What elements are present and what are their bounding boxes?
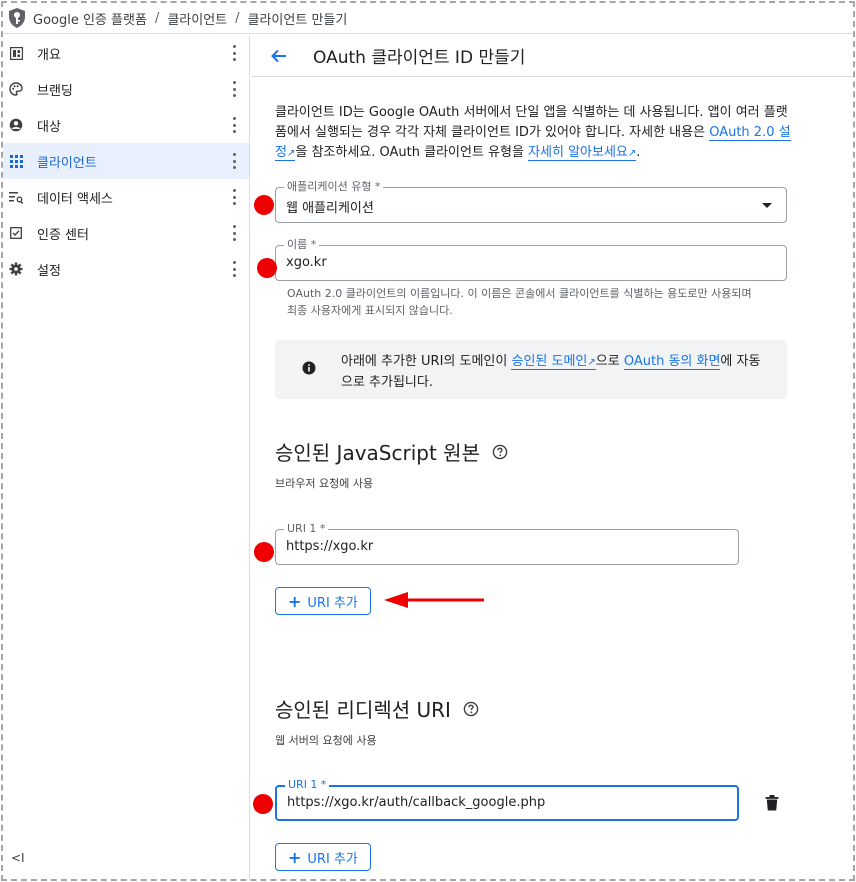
plus-icon: + — [288, 847, 302, 867]
annotation-arrow-icon — [384, 592, 484, 608]
info-icon — [302, 361, 316, 375]
application-type-value: 웹 애플리케이션 — [286, 201, 374, 216]
breadcrumb-item-create-client: 클라이언트 만들기 — [247, 12, 348, 28]
info-banner: 아래에 추가한 URI의 도메인이 승인된 도메인↗으로 OAuth 동의 화면… — [275, 340, 787, 399]
name-value: xgo.kr — [286, 255, 327, 270]
learn-more-link[interactable]: 자세히 알아보세요↗ — [528, 145, 637, 161]
sidebar-item-overview[interactable]: 개요 — [3, 35, 249, 71]
name-label: 이름 * — [284, 238, 320, 252]
account-circle-icon — [9, 118, 23, 132]
arrow-back-icon[interactable] — [269, 46, 289, 66]
help-outline-icon[interactable] — [492, 444, 508, 460]
sidebar-item-verification-center[interactable]: 인증 센터 — [3, 215, 249, 251]
js-origins-heading: 승인된 JavaScript 원본 — [275, 437, 508, 466]
sidebar-item-audience[interactable]: 대상 — [3, 107, 249, 143]
intro-text: 을 참조하세요. OAuth 클라이언트 유형을 — [295, 145, 529, 160]
more-vert-icon[interactable] — [233, 117, 237, 133]
verified-checkbox-icon — [9, 226, 23, 240]
page-title: OAuth 클라이언트 ID 만들기 — [313, 48, 526, 68]
more-vert-icon[interactable] — [233, 261, 237, 277]
application-type-label: 애플리케이션 유형 * — [284, 180, 384, 194]
more-vert-icon[interactable] — [233, 189, 237, 205]
main-panel: OAuth 클라이언트 ID 만들기 클라이언트 ID는 Google OAut… — [251, 35, 853, 879]
oauth-consent-screen-link[interactable]: OAuth 동의 화면 — [623, 354, 721, 370]
info-text: 아래에 추가한 URI의 도메인이 승인된 도메인↗으로 OAuth 동의 화면… — [341, 354, 761, 390]
breadcrumb: Google 인증 플랫폼 / 클라이언트 / 클라이언트 만들기 — [3, 3, 853, 34]
apps-grid-icon — [9, 154, 23, 168]
js-origin-uri-1-input[interactable]: URI 1 * https://xgo.kr — [275, 522, 739, 565]
breadcrumb-item-platform[interactable]: Google 인증 플랫폼 — [33, 9, 147, 28]
annotation-marker-dot — [253, 794, 273, 814]
application-type-select[interactable]: 애플리케이션 유형 * 웹 애플리케이션 — [275, 180, 787, 223]
more-vert-icon[interactable] — [233, 45, 237, 61]
redirect-uris-heading: 승인된 리디렉션 URI — [275, 694, 479, 723]
sidebar-item-label: 클라이언트 — [37, 155, 97, 171]
dashboard-icon — [9, 46, 23, 60]
more-vert-icon[interactable] — [233, 81, 237, 97]
sidebar-item-branding[interactable]: 브랜딩 — [3, 71, 249, 107]
uri-1-value: https://xgo.kr — [286, 539, 374, 554]
data-access-icon — [9, 190, 23, 204]
sidebar-item-label: 설정 — [37, 263, 61, 279]
page-header: OAuth 클라이언트 ID 만들기 — [251, 35, 853, 77]
add-redirect-uri-button[interactable]: + URI 추가 — [275, 843, 371, 871]
breadcrumb-separator: / — [154, 10, 160, 26]
breadcrumb-item-clients[interactable]: 클라이언트 — [167, 9, 227, 28]
uri-1-value: https://xgo.kr/auth/callback_google.php — [287, 795, 546, 810]
gear-icon — [9, 262, 23, 276]
sidebar-item-label: 데이터 액세스 — [37, 191, 113, 207]
js-origins-subtitle: 브라우저 요청에 사용 — [275, 477, 374, 490]
sidebar-item-label: 대상 — [37, 119, 61, 135]
intro-description: 클라이언트 ID는 Google OAuth 서버에서 단일 앱을 식별하는 데… — [275, 105, 791, 161]
sidebar-item-clients[interactable]: 클라이언트 — [3, 143, 249, 179]
security-key-logo-icon — [9, 8, 25, 28]
uri-1-label: URI 1 * — [285, 778, 330, 792]
name-help-text: OAuth 2.0 클라이언트의 이름입니다. 이 이름은 콘솔에서 클라이언트… — [287, 287, 752, 317]
more-vert-icon[interactable] — [233, 225, 237, 241]
add-js-origin-uri-button[interactable]: + URI 추가 — [275, 587, 371, 615]
plus-icon: + — [288, 591, 302, 611]
sidebar-item-label: 인증 센터 — [37, 227, 89, 243]
more-vert-icon[interactable] — [233, 153, 237, 169]
help-outline-icon[interactable] — [463, 701, 479, 717]
delete-icon[interactable] — [765, 795, 779, 811]
annotation-marker-dot — [257, 258, 277, 278]
redirect-uri-1-input[interactable]: URI 1 * https://xgo.kr/auth/callback_goo… — [275, 778, 739, 821]
breadcrumb-separator: / — [235, 10, 240, 26]
dropdown-arrow-icon — [762, 203, 772, 208]
annotation-marker-dot — [254, 542, 274, 562]
name-input[interactable]: 이름 * xgo.kr — [275, 238, 787, 281]
annotation-marker-dot — [254, 195, 274, 215]
palette-icon — [9, 82, 23, 96]
uri-1-label: URI 1 * — [284, 522, 329, 536]
open-in-new-icon: ↗ — [587, 357, 596, 368]
sidebar-item-data-access[interactable]: 데이터 액세스 — [3, 179, 249, 215]
redirect-uris-subtitle: 웹 서버의 요청에 사용 — [275, 734, 377, 747]
sidebar: 개요 브랜딩 대상 클라이언트 데이터 액세스 인증 센터 설정 <I — [3, 35, 250, 879]
collapse-sidebar-button[interactable]: <I — [11, 851, 25, 865]
authorized-domains-link[interactable]: 승인된 도메인↗ — [511, 354, 596, 370]
sidebar-item-settings[interactable]: 설정 — [3, 251, 249, 287]
sidebar-item-label: 브랜딩 — [37, 83, 73, 99]
sidebar-item-label: 개요 — [37, 47, 61, 63]
